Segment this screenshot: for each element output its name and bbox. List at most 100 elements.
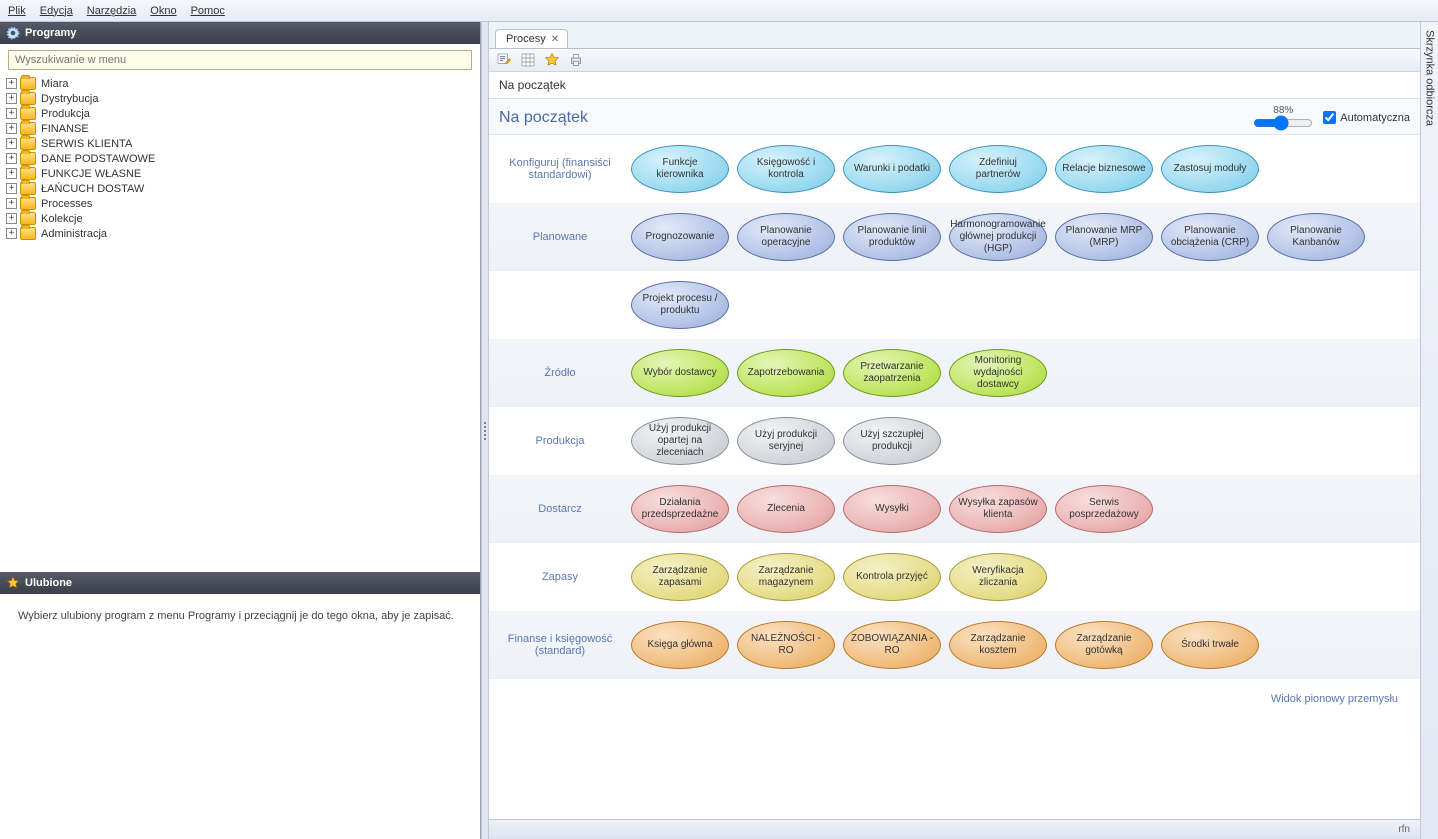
process-bubble[interactable]: Zarządzanie gotówką — [1055, 621, 1153, 669]
process-bubble[interactable]: Funkcje kierownika — [631, 145, 729, 193]
process-bubble[interactable]: Zarządzanie magazynem — [737, 553, 835, 601]
process-bubble[interactable]: Monitoring wydajności dostawcy — [949, 349, 1047, 397]
bubble-row: Zarządzanie zapasamiZarządzanie magazyne… — [631, 553, 1047, 601]
process-bubble[interactable]: Weryfikacja zliczania — [949, 553, 1047, 601]
process-row: Finanse i księgowość (standard)Księga gł… — [489, 611, 1420, 679]
star-icon — [6, 576, 20, 590]
menu-edycja[interactable]: Edycja — [40, 5, 73, 17]
process-row: ŹródłoWybór dostawcyZapotrzebowaniaPrzet… — [489, 339, 1420, 407]
process-bubble[interactable]: NALEŻNOŚCI - RO — [737, 621, 835, 669]
print-icon[interactable] — [567, 51, 585, 69]
process-bubble[interactable]: Planowanie linii produktów — [843, 213, 941, 261]
expand-icon[interactable]: + — [6, 93, 17, 104]
process-row: ProdukcjaUżyj produkcji opartej na zlece… — [489, 407, 1420, 475]
process-bubble[interactable]: Harmonogramowanie głównej produkcji (HGP… — [949, 213, 1047, 261]
process-bubble[interactable]: Prognozowanie — [631, 213, 729, 261]
process-bubble[interactable]: Środki trwałe — [1161, 621, 1259, 669]
bubble-row: PrognozowaniePlanowanie operacyjnePlanow… — [631, 213, 1365, 261]
auto-checkbox-wrap[interactable]: Automatyczna — [1323, 111, 1410, 124]
expand-icon[interactable]: + — [6, 228, 17, 239]
process-bubble[interactable]: Użyj produkcji opartej na zleceniach — [631, 417, 729, 465]
expand-icon[interactable]: + — [6, 78, 17, 89]
bubble-row: Projekt procesu / produktu — [631, 281, 729, 329]
tree-item[interactable]: + Processes — [4, 196, 476, 211]
row-label: Konfiguruj (finansiści standardowi) — [489, 157, 631, 181]
process-bubble[interactable]: Serwis posprzedażowy — [1055, 485, 1153, 533]
expand-icon[interactable]: + — [6, 108, 17, 119]
process-bubble[interactable]: Planowanie MRP (MRP) — [1055, 213, 1153, 261]
auto-checkbox[interactable] — [1323, 111, 1336, 124]
edit-icon[interactable] — [495, 51, 513, 69]
process-bubble[interactable]: Księgowość i kontrola — [737, 145, 835, 193]
tree-item[interactable]: +Miara — [4, 76, 476, 91]
row-label: Dostarcz — [489, 503, 631, 515]
inbox-tab[interactable]: Skrzynka odbiorcza — [1424, 22, 1436, 126]
favorite-icon[interactable] — [543, 51, 561, 69]
menu-narzedzia[interactable]: Narzędzia — [87, 5, 137, 17]
expand-icon[interactable]: + — [6, 183, 17, 194]
menu-plik[interactable]: Plik — [8, 5, 26, 17]
vertical-splitter[interactable] — [481, 22, 489, 839]
process-bubble[interactable]: Zastosuj moduły — [1161, 145, 1259, 193]
expand-icon[interactable]: + — [6, 123, 17, 134]
tree-item[interactable]: +Administracja — [4, 226, 476, 241]
process-bubble[interactable]: Przetwarzanie zaopatrzenia — [843, 349, 941, 397]
tree-item[interactable]: +FINANSE — [4, 121, 476, 136]
process-bubble[interactable]: Użyj szczupłej produkcji — [843, 417, 941, 465]
process-bubble[interactable]: Wybór dostawcy — [631, 349, 729, 397]
expand-icon[interactable]: + — [6, 168, 17, 179]
folder-icon — [20, 227, 36, 240]
menu-pomoc[interactable]: Pomoc — [191, 5, 225, 17]
favorites-hint: Wybierz ulubiony program z menu Programy… — [0, 594, 480, 839]
gear-icon — [6, 26, 20, 40]
expand-icon[interactable]: + — [6, 213, 17, 224]
process-bubble[interactable]: Planowanie Kanbanów — [1267, 213, 1365, 261]
auto-label: Automatyczna — [1340, 112, 1410, 124]
process-content: Konfiguruj (finansiści standardowi)Funkc… — [489, 134, 1420, 819]
process-bubble[interactable]: Projekt procesu / produktu — [631, 281, 729, 329]
process-bubble[interactable]: Planowanie obciążenia (CRP) — [1161, 213, 1259, 261]
row-label: Planowane — [489, 231, 631, 243]
expand-icon[interactable]: + — [6, 138, 17, 149]
process-bubble[interactable]: Relacje biznesowe — [1055, 145, 1153, 193]
tree-item-label: DANE PODSTAWOWE — [41, 153, 155, 165]
process-bubble[interactable]: Planowanie operacyjne — [737, 213, 835, 261]
tree-item[interactable]: + DANE PODSTAWOWE — [4, 151, 476, 166]
process-bubble[interactable]: Zdefiniuj partnerów — [949, 145, 1047, 193]
search-input[interactable] — [8, 50, 472, 70]
process-bubble[interactable]: Użyj produkcji seryjnej — [737, 417, 835, 465]
process-bubble[interactable]: Księga główna — [631, 621, 729, 669]
expand-icon[interactable]: + — [6, 198, 17, 209]
bubble-row: Działania przedsprzedażneZleceniaWysyłki… — [631, 485, 1153, 533]
close-icon[interactable]: ✕ — [551, 34, 559, 45]
process-bubble[interactable]: Działania przedsprzedażne — [631, 485, 729, 533]
menu-okno[interactable]: Okno — [150, 5, 176, 17]
expand-icon[interactable]: + — [6, 153, 17, 164]
process-bubble[interactable]: Zarządzanie kosztem — [949, 621, 1047, 669]
tree-item[interactable]: +Produkcja — [4, 106, 476, 121]
process-bubble[interactable]: Wysyłki — [843, 485, 941, 533]
process-bubble[interactable]: Wysyłka zapasów klienta — [949, 485, 1047, 533]
zoom-slider[interactable] — [1253, 116, 1313, 130]
tree-item[interactable]: +Kolekcje — [4, 211, 476, 226]
tree-item[interactable]: +SERWIS KLIENTA — [4, 136, 476, 151]
process-bubble[interactable]: ZOBOWIĄZANIA - RO — [843, 621, 941, 669]
tree-item-label: Processes — [41, 198, 92, 210]
grid-icon[interactable] — [519, 51, 537, 69]
process-bubble[interactable]: Zarządzanie zapasami — [631, 553, 729, 601]
tree-item[interactable]: +FUNKCJE WŁASNE — [4, 166, 476, 181]
menubar: Plik Edycja Narzędzia Okno Pomoc — [0, 0, 1438, 22]
process-bubble[interactable]: Zlecenia — [737, 485, 835, 533]
program-tree: +Miara+Dystrybucja+Produkcja+FINANSE+SER… — [0, 74, 480, 572]
footer-link[interactable]: Widok pionowy przemysłu — [489, 679, 1420, 715]
right-dock[interactable]: Skrzynka odbiorcza — [1420, 22, 1438, 839]
process-bubble[interactable]: Kontrola przyjęć — [843, 553, 941, 601]
tree-item[interactable]: +Dystrybucja — [4, 91, 476, 106]
process-bubble[interactable]: Zapotrzebowania — [737, 349, 835, 397]
tab-label: Procesy — [506, 33, 546, 45]
tab-procesy[interactable]: Procesy ✕ — [495, 29, 568, 48]
tree-item[interactable]: +ŁAŃCUCH DOSTAW — [4, 181, 476, 196]
process-bubble[interactable]: Warunki i podatki — [843, 145, 941, 193]
row-label: Finanse i księgowość (standard) — [489, 633, 631, 657]
folder-icon — [20, 107, 36, 120]
